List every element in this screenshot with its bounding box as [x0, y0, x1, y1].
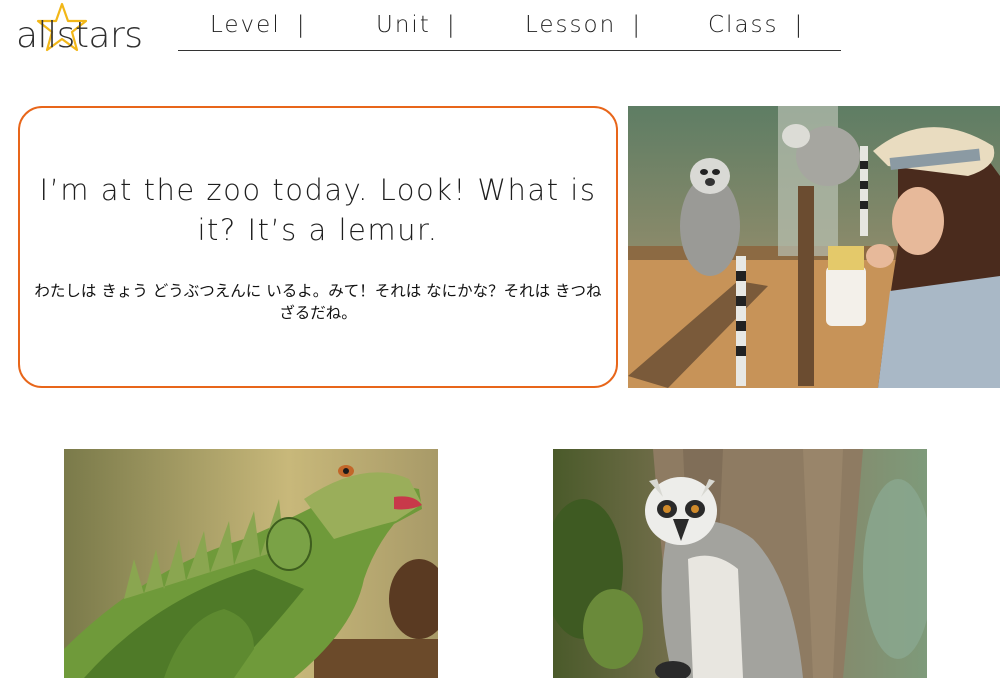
nav-level-label: Level	[210, 12, 281, 38]
japanese-translation: わたしは きょう どうぶつえんに いるよ。みて！それは なにかな？それは きつね…	[34, 282, 602, 322]
speech-card: I’m at the zoo today. Look! What is it? …	[18, 106, 618, 388]
nav-separator: |	[446, 12, 457, 38]
top-nav: Level | Unit | Lesson | Class |	[178, 0, 841, 51]
nav-class-label: Class	[708, 12, 779, 38]
logo-text: allstars	[16, 15, 143, 56]
nav-lesson-label: Lesson	[525, 12, 617, 38]
english-sentence: I’m at the zoo today. Look! What is it? …	[39, 173, 597, 247]
nav-unit[interactable]: Unit |	[376, 12, 457, 38]
nav-class[interactable]: Class |	[708, 12, 804, 38]
iguana-photo[interactable]	[64, 449, 438, 678]
nav-lesson[interactable]: Lesson |	[525, 12, 642, 38]
nav-separator: |	[296, 12, 307, 38]
nav-separator: |	[794, 12, 805, 38]
lemur-photo[interactable]	[553, 449, 927, 678]
nav-separator: |	[632, 12, 642, 38]
nav-level[interactable]: Level |	[210, 12, 306, 38]
allstars-logo[interactable]: allstars	[14, 2, 154, 60]
girl-with-lemurs-photo[interactable]	[628, 106, 1000, 388]
nav-unit-label: Unit	[376, 12, 431, 38]
